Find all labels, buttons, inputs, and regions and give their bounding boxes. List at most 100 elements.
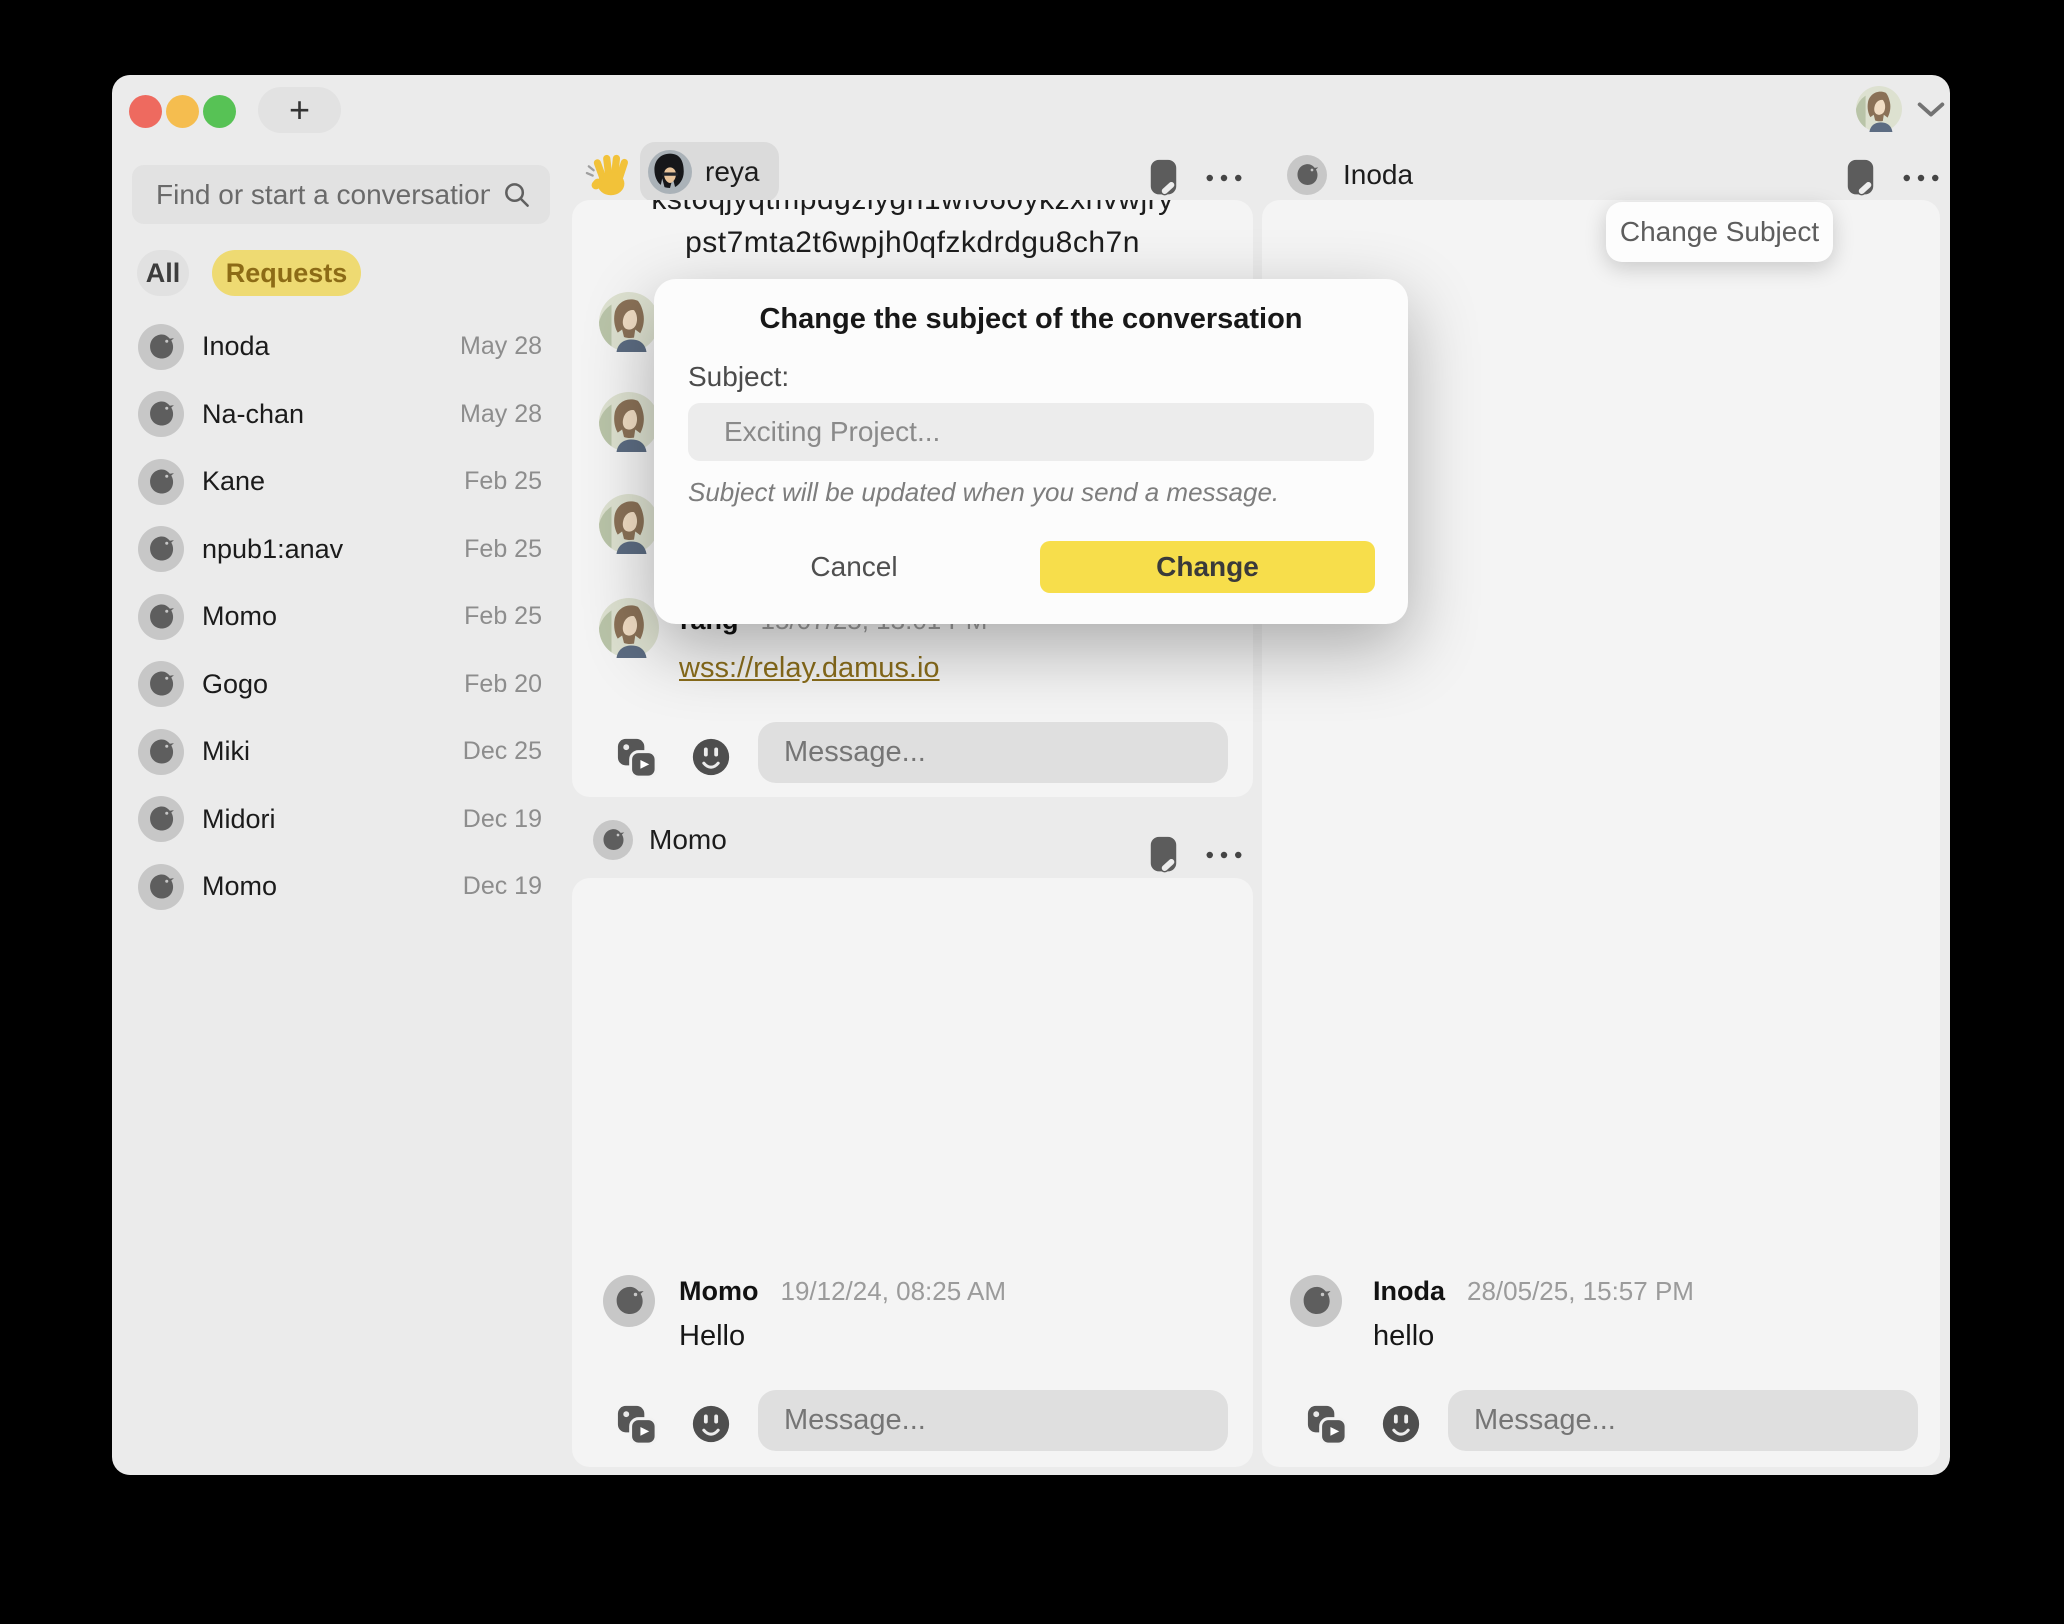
change-subject-dialog: Change the subject of the conversation S… bbox=[654, 279, 1408, 624]
emoji-picker-button[interactable] bbox=[1380, 1403, 1422, 1445]
search-input[interactable] bbox=[132, 165, 550, 224]
chevron-down-icon bbox=[1916, 101, 1946, 118]
subject-label: Subject: bbox=[688, 361, 789, 393]
message-timestamp: 19/12/24, 08:25 AM bbox=[780, 1276, 1006, 1307]
default-avatar-icon bbox=[1287, 155, 1327, 195]
change-subject-tooltip: Change Subject bbox=[1606, 202, 1833, 262]
message-field bbox=[758, 1390, 1228, 1451]
chat-header-inoda[interactable]: Inoda bbox=[1287, 155, 1413, 195]
conversation-date: May 28 bbox=[460, 332, 542, 361]
conversation-name: npub1:anav bbox=[202, 534, 343, 565]
default-avatar-icon bbox=[138, 661, 184, 707]
default-avatar-icon bbox=[138, 864, 184, 910]
message-input[interactable] bbox=[758, 722, 1228, 783]
npub-line: pst7mta2t6wpjh0qfzkdrdgu8ch7n bbox=[572, 226, 1253, 260]
conversation-list-item[interactable]: Na-chan May 28 bbox=[132, 381, 550, 449]
change-subject-button[interactable] bbox=[1148, 158, 1179, 198]
conversation-name: Gogo bbox=[202, 669, 268, 700]
message-input[interactable] bbox=[1448, 1390, 1918, 1451]
message-field bbox=[1448, 1390, 1918, 1451]
minimize-window-button[interactable] bbox=[166, 95, 199, 128]
conversation-name: Miki bbox=[202, 736, 250, 767]
account-menu-button[interactable] bbox=[1856, 86, 1946, 132]
conversation-date: May 28 bbox=[460, 400, 542, 429]
tab-requests[interactable]: Requests bbox=[212, 250, 361, 296]
reya-avatar bbox=[648, 150, 692, 194]
attach-media-button[interactable] bbox=[614, 1402, 659, 1447]
message-sender: Momo bbox=[679, 1276, 758, 1307]
chat-header-momo[interactable]: Momo bbox=[593, 820, 727, 860]
wave-icon bbox=[584, 151, 634, 201]
conversation-list-item[interactable]: Kane Feb 25 bbox=[132, 448, 550, 516]
conversation-date: Feb 25 bbox=[464, 602, 542, 631]
emoji-picker-button[interactable] bbox=[690, 1403, 732, 1445]
chat-title: reya bbox=[705, 156, 759, 188]
chat-title: Inoda bbox=[1343, 159, 1413, 191]
chat-title: Momo bbox=[649, 824, 727, 856]
conversation-date: Dec 25 bbox=[463, 737, 542, 766]
new-tab-button[interactable]: + bbox=[258, 87, 341, 133]
search-icon bbox=[501, 179, 532, 210]
conversation-name: Na-chan bbox=[202, 399, 304, 430]
message-timestamp: 28/05/25, 15:57 PM bbox=[1467, 1276, 1694, 1307]
tab-all[interactable]: All bbox=[137, 250, 189, 296]
inoda-header-actions bbox=[1845, 158, 1940, 198]
relay-link[interactable]: wss://relay.damus.io bbox=[679, 652, 940, 685]
conversation-date: Dec 19 bbox=[463, 805, 542, 834]
account-avatar bbox=[1856, 86, 1902, 132]
default-avatar-icon bbox=[138, 391, 184, 437]
default-avatar-icon bbox=[138, 594, 184, 640]
conversation-list-item[interactable]: Midori Dec 19 bbox=[132, 786, 550, 854]
change-subject-button[interactable] bbox=[1148, 835, 1179, 875]
default-avatar-icon bbox=[593, 820, 633, 860]
emoji-picker-button[interactable] bbox=[690, 736, 732, 778]
conversation-date: Feb 20 bbox=[464, 670, 542, 699]
conversation-list: Inoda May 28 Na-chan May 28 Kane Feb 25 … bbox=[132, 313, 550, 921]
change-button[interactable]: Change bbox=[1040, 541, 1375, 593]
tooltip-text: Change Subject bbox=[1620, 216, 1819, 248]
default-avatar-icon bbox=[138, 459, 184, 505]
message-sender: Inoda bbox=[1373, 1276, 1445, 1307]
conversation-date: Feb 25 bbox=[464, 535, 542, 564]
subject-field bbox=[688, 403, 1374, 461]
momo-header-actions bbox=[1148, 835, 1243, 875]
filter-tabs: All Requests bbox=[137, 250, 361, 296]
app-window: + All Requests Inoda May 28 Na-chan May … bbox=[112, 75, 1950, 1475]
chat-panel-momo: Momo 19/12/24, 08:25 AM Hello bbox=[572, 878, 1253, 1467]
rang-avatar bbox=[599, 392, 659, 452]
more-options-button[interactable] bbox=[1205, 173, 1243, 183]
dialog-note: Subject will be updated when you send a … bbox=[688, 477, 1279, 508]
message-header: Momo 19/12/24, 08:25 AM bbox=[679, 1276, 1006, 1307]
npub-line-clipped: kst6qjyqtmpdgziygn1wf060ykzxnvwjry bbox=[572, 200, 1253, 217]
default-avatar-icon bbox=[138, 729, 184, 775]
default-avatar-icon bbox=[138, 324, 184, 370]
more-options-button[interactable] bbox=[1902, 173, 1940, 183]
rang-avatar bbox=[599, 494, 659, 554]
cancel-button[interactable]: Cancel bbox=[794, 541, 914, 593]
message-text: hello bbox=[1373, 1320, 1434, 1353]
message-input[interactable] bbox=[758, 1390, 1228, 1451]
conversation-list-item[interactable]: npub1:anav Feb 25 bbox=[132, 516, 550, 584]
message-field bbox=[758, 722, 1228, 783]
attach-media-button[interactable] bbox=[1304, 1402, 1349, 1447]
default-avatar-icon bbox=[138, 796, 184, 842]
conversation-name: Inoda bbox=[202, 331, 270, 362]
conversation-list-item[interactable]: Miki Dec 25 bbox=[132, 718, 550, 786]
conversation-list-item[interactable]: Gogo Feb 20 bbox=[132, 651, 550, 719]
attach-media-button[interactable] bbox=[614, 735, 659, 780]
conversation-list-item[interactable]: Inoda May 28 bbox=[132, 313, 550, 381]
chat-tab-reya[interactable]: reya bbox=[640, 142, 779, 202]
close-window-button[interactable] bbox=[129, 95, 162, 128]
rang-avatar bbox=[599, 598, 659, 658]
message-header: Inoda 28/05/25, 15:57 PM bbox=[1373, 1276, 1694, 1307]
reya-header-actions bbox=[1148, 158, 1243, 198]
default-avatar-icon bbox=[138, 526, 184, 572]
zoom-window-button[interactable] bbox=[203, 95, 236, 128]
more-options-button[interactable] bbox=[1205, 850, 1243, 860]
conversation-name: Midori bbox=[202, 804, 276, 835]
default-avatar-icon bbox=[603, 1275, 655, 1327]
subject-input[interactable] bbox=[688, 403, 1374, 461]
change-subject-button[interactable] bbox=[1845, 158, 1876, 198]
conversation-list-item[interactable]: Momo Feb 25 bbox=[132, 583, 550, 651]
conversation-list-item[interactable]: Momo Dec 19 bbox=[132, 853, 550, 921]
